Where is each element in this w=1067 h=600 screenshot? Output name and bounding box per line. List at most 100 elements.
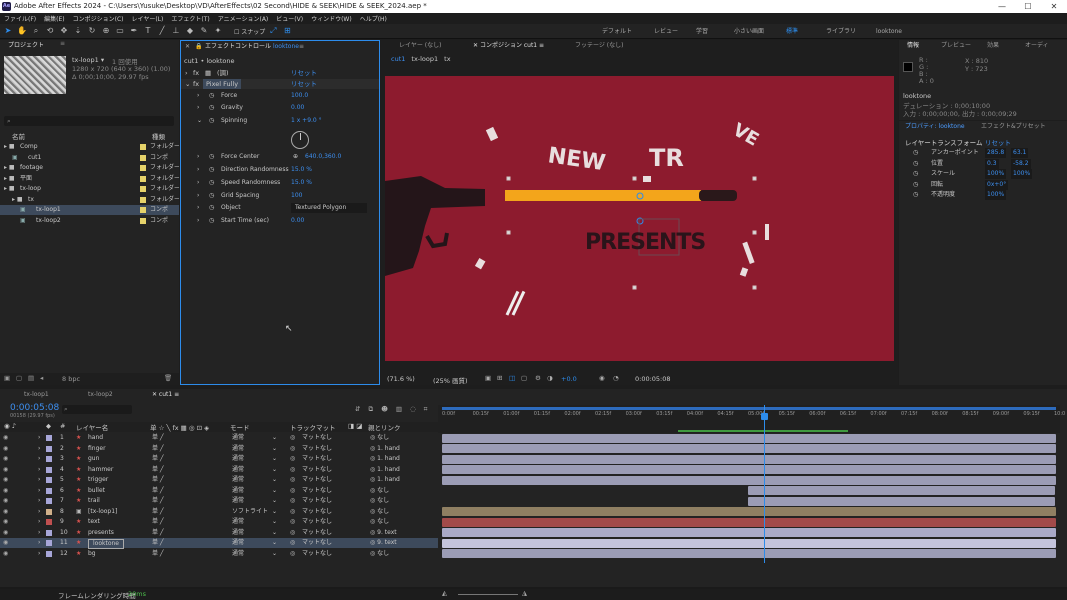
layer-track-matte-select[interactable]: マットなし bbox=[302, 475, 332, 485]
menu-item-1[interactable]: 編集(E) bbox=[44, 14, 64, 23]
layer-row[interactable]: ◉ › 9 ★ text 单 ╱ 通常 ⌄ ◎ マットなし ◎ なし bbox=[0, 517, 438, 527]
layer-track-matte-select[interactable]: マットなし bbox=[302, 433, 332, 443]
expand-arrow-icon[interactable]: › bbox=[38, 444, 40, 454]
type-tool-icon[interactable]: T bbox=[142, 25, 154, 37]
layer-duration-bar[interactable] bbox=[442, 507, 1056, 516]
transform-value-1[interactable]: 0x+0° bbox=[985, 179, 1009, 190]
snap-mode-icon[interactable]: ⊞ bbox=[281, 25, 293, 37]
project-item[interactable]: ▸ ■ 平面 フォルダー bbox=[0, 174, 179, 184]
workspace-5[interactable]: ライブラリ bbox=[826, 24, 856, 39]
fx-param-value[interactable]: 0.00 bbox=[291, 216, 304, 226]
playhead[interactable] bbox=[760, 405, 768, 563]
mask-visibility-icon[interactable]: ◫ bbox=[509, 374, 515, 382]
layer-duration-bar[interactable] bbox=[442, 528, 1056, 537]
fx-param-row[interactable]: ⌄ ◷ Spinning 1 x +9.0 ° bbox=[181, 116, 379, 126]
layer-label-swatch[interactable] bbox=[46, 508, 52, 515]
eye-icon[interactable]: ◉ bbox=[3, 496, 8, 506]
timeline-tab-1[interactable]: tx-loop2 bbox=[88, 389, 113, 400]
layer-row[interactable]: ◉ › 8 ▣ [tx-loop1] 单 ╱ ソフトライト ⌄ ◎ マットなし ◎ なし bbox=[0, 507, 438, 517]
stopwatch-icon[interactable]: ◷ bbox=[209, 152, 214, 162]
viewer-timecode[interactable]: 0:00:05:08 bbox=[635, 375, 671, 383]
spinning-dial-icon[interactable] bbox=[291, 131, 309, 149]
menu-item-8[interactable]: ヘルプ(H) bbox=[360, 14, 387, 23]
tab-info[interactable]: 情報 bbox=[907, 40, 919, 51]
layer-name[interactable]: looktone bbox=[88, 539, 125, 549]
workspace-0[interactable]: デフォルト bbox=[602, 24, 632, 39]
transform-value-1[interactable]: 100% bbox=[985, 169, 1007, 179]
panel-menu-icon[interactable]: ≡ bbox=[60, 40, 65, 47]
orbit-tool-icon[interactable]: ⟲ bbox=[44, 25, 56, 37]
layer-track-matte-select[interactable]: マットなし bbox=[302, 517, 332, 527]
puppet-tool-icon[interactable]: ✦ bbox=[212, 25, 224, 37]
shy-icon[interactable]: ☻ bbox=[381, 405, 388, 414]
layer-label-swatch[interactable] bbox=[46, 435, 52, 441]
layer-switches[interactable]: 单 ╱ bbox=[152, 475, 164, 485]
layer-mode-select[interactable]: 通常 bbox=[232, 538, 244, 548]
layer-duration-bar[interactable] bbox=[442, 475, 1056, 485]
rectangle-tool-icon[interactable]: ▭ bbox=[114, 25, 126, 37]
hand-tool-icon[interactable]: ✋ bbox=[16, 25, 28, 37]
stopwatch-icon[interactable]: ◷ bbox=[209, 116, 214, 126]
zoom-out-icon[interactable]: ◭ bbox=[442, 589, 447, 597]
layer-mode-select[interactable]: 通常 bbox=[232, 465, 244, 475]
expand-arrow-icon[interactable]: › bbox=[197, 165, 199, 175]
layer-row[interactable]: ◉ › 7 ★ trail 单 ╱ 通常 ⌄ ◎ マットなし ◎ なし bbox=[0, 496, 438, 506]
stopwatch-icon[interactable]: ◷ bbox=[913, 180, 918, 190]
transform-row[interactable]: ◷ 位置 0.3 -58.2 bbox=[899, 158, 1067, 169]
lock-icon[interactable]: 🔒 bbox=[195, 41, 202, 52]
layer-row[interactable]: ◉ › 6 ★ bullet 单 ╱ 通常 ⌄ ◎ マットなし ◎ なし bbox=[0, 486, 438, 496]
fx-param-value[interactable]: 15.0 % bbox=[291, 178, 312, 188]
time-ruler[interactable]: 0:00f 00:15f 01:00f 01:15f 02:00f 02:15f 03:00… bbox=[438, 405, 1065, 433]
layer-label-swatch[interactable] bbox=[46, 519, 52, 525]
layer-name[interactable]: trail bbox=[88, 496, 100, 506]
layer-duration-bar[interactable] bbox=[442, 465, 1056, 474]
stopwatch-icon[interactable]: ◷ bbox=[209, 178, 214, 188]
comp-flowchart-icon[interactable]: ⇵ bbox=[355, 405, 360, 414]
fx-param-value[interactable]: 100 bbox=[291, 191, 302, 201]
3d-view-icon[interactable]: ▢ bbox=[521, 374, 527, 382]
project-item[interactable]: ▸ ■ tx フォルダー bbox=[0, 195, 179, 205]
fx-param-value[interactable]: 640.0,360.0 bbox=[305, 152, 341, 162]
project-item[interactable]: ▸ ■ Comp フォルダー bbox=[0, 142, 179, 152]
layer-track-matte-select[interactable]: マットなし bbox=[302, 444, 332, 454]
layer-name[interactable]: hand bbox=[88, 433, 103, 443]
layer-parent-select[interactable]: ◎ 1. hand bbox=[370, 465, 400, 475]
menu-item-7[interactable]: ウィンドウ(W) bbox=[311, 14, 352, 23]
close-button[interactable]: ✕ bbox=[1041, 0, 1067, 13]
layer-track-matte-select[interactable]: マットなし bbox=[302, 538, 332, 548]
frame-blend-icon[interactable]: ▥ bbox=[396, 405, 402, 414]
fx-param-row[interactable]: › ◷ Force 100.0 bbox=[181, 91, 379, 101]
transform-row[interactable]: ◷ 回転 0x+0° bbox=[899, 179, 1067, 190]
layer-name[interactable]: trigger bbox=[88, 475, 108, 485]
layer-parent-select[interactable]: ◎ 9. text bbox=[370, 528, 397, 538]
region-icon[interactable]: ▣ bbox=[485, 374, 491, 382]
transform-value-1[interactable]: 285.8 bbox=[985, 148, 1007, 158]
zoom-tool-icon[interactable]: ⌕ bbox=[30, 25, 42, 37]
dolly-tool-icon[interactable]: ⇣ bbox=[72, 25, 84, 37]
layer-switches[interactable]: 单 ╱ bbox=[152, 486, 164, 496]
layer-mode-select[interactable]: 通常 bbox=[232, 486, 244, 496]
stopwatch-icon[interactable]: ◷ bbox=[209, 216, 214, 226]
eye-icon[interactable]: ◉ bbox=[3, 528, 8, 538]
layer-parent-select[interactable]: ◎ なし bbox=[370, 549, 389, 559]
layer-duration-bar[interactable] bbox=[748, 496, 1055, 506]
stopwatch-icon[interactable]: ◷ bbox=[209, 91, 214, 101]
layer-label-swatch[interactable] bbox=[46, 445, 52, 452]
fx-row-1[interactable]: › fx ▦ (調) リセット bbox=[181, 68, 379, 78]
menu-item-3[interactable]: レイヤー(L) bbox=[132, 14, 164, 23]
new-folder-icon[interactable]: ▢ bbox=[16, 374, 22, 382]
transform-value-2[interactable]: -58.2 bbox=[1011, 158, 1031, 169]
fx-param-row[interactable]: › ◷ Grid Spacing 100 bbox=[181, 191, 379, 201]
layer-row[interactable]: ◉ › 12 ★ bg 单 ╱ 通常 ⌄ ◎ マットなし ◎ なし bbox=[0, 549, 438, 559]
project-item[interactable]: ▣ cut1 コンポ bbox=[0, 153, 179, 163]
fx-row-2[interactable]: ⌄ fx Pixel Fully リセット bbox=[181, 79, 379, 89]
stopwatch-icon[interactable]: ◷ bbox=[913, 148, 918, 158]
layer-switches[interactable]: 单 ╱ bbox=[152, 517, 164, 527]
eye-icon[interactable]: ◉ bbox=[3, 507, 8, 517]
snapshot-icon[interactable]: ◉ bbox=[599, 374, 605, 382]
layer-name[interactable]: bg bbox=[88, 549, 96, 559]
col-mode[interactable]: モード bbox=[230, 422, 250, 432]
roto-tool-icon[interactable]: ✎ bbox=[198, 25, 210, 37]
layer-mode-select[interactable]: 通常 bbox=[232, 528, 244, 538]
expand-arrow-icon[interactable]: › bbox=[38, 517, 40, 527]
